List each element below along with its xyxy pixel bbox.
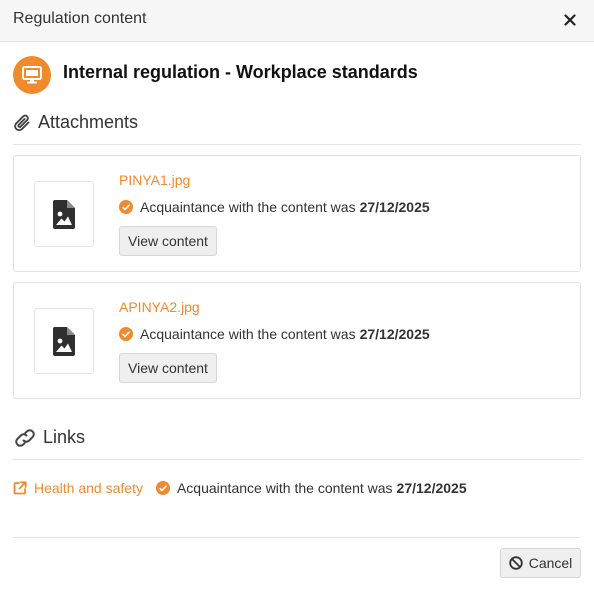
health-and-safety-link[interactable]: Health and safety — [13, 480, 143, 496]
dialog-header: Regulation content — [0, 0, 594, 42]
attachment-card: PINYA1.jpg Acquaintance with the content… — [13, 155, 581, 272]
close-button[interactable] — [560, 10, 580, 30]
paperclip-icon — [14, 114, 30, 131]
links-heading-label: Links — [43, 427, 86, 447]
attachments-divider — [13, 144, 581, 145]
view-content-button[interactable]: View content — [119, 226, 217, 256]
external-link-icon — [13, 481, 27, 495]
cancel-label: Cancel — [528, 555, 573, 571]
link-label: Health and safety — [34, 480, 143, 496]
ban-icon — [509, 556, 523, 570]
check-circle-icon — [155, 481, 170, 495]
file-thumbnail[interactable] — [34, 308, 94, 374]
acquaintance-date: 27/12/2025 — [359, 199, 430, 215]
acquaintance-status: Acquaintance with the content was 27/12/… — [155, 480, 467, 496]
regulation-badge — [13, 56, 51, 94]
attachments-heading-label: Attachments — [38, 112, 139, 132]
dialog-title: Regulation content — [13, 10, 147, 27]
links-heading: Links — [13, 427, 85, 448]
acquaintance-text: Acquaintance with the content was — [176, 480, 393, 496]
acquaintance-text: Acquaintance with the content was — [140, 199, 356, 215]
footer-divider — [13, 537, 581, 538]
attachments-heading: Attachments — [13, 112, 138, 133]
link-item: Health and safety Acquaintance with the … — [13, 480, 467, 496]
link-icon — [15, 428, 35, 447]
cancel-button[interactable]: Cancel — [500, 548, 581, 578]
monitor-icon — [22, 66, 42, 84]
acquaintance-status: Acquaintance with the content was 27/12/… — [119, 326, 430, 342]
check-circle-icon — [119, 327, 133, 341]
acquaintance-text: Acquaintance with the content was — [140, 326, 356, 342]
file-thumbnail[interactable] — [34, 181, 94, 247]
acquaintance-date: 27/12/2025 — [396, 480, 467, 496]
attachment-file-link[interactable]: PINYA1.jpg — [119, 172, 190, 188]
acquaintance-date: 27/12/2025 — [359, 326, 430, 342]
image-file-icon — [53, 326, 75, 356]
close-icon — [564, 14, 576, 26]
attachment-file-link[interactable]: APINYA2.jpg — [119, 299, 200, 315]
links-divider — [13, 459, 581, 460]
image-file-icon — [53, 199, 75, 229]
acquaintance-status: Acquaintance with the content was 27/12/… — [119, 199, 430, 215]
attachment-card: APINYA2.jpg Acquaintance with the conten… — [13, 282, 581, 399]
check-circle-icon — [119, 200, 133, 214]
view-content-button[interactable]: View content — [119, 353, 217, 383]
regulation-title: Internal regulation - Workplace standard… — [63, 62, 418, 82]
